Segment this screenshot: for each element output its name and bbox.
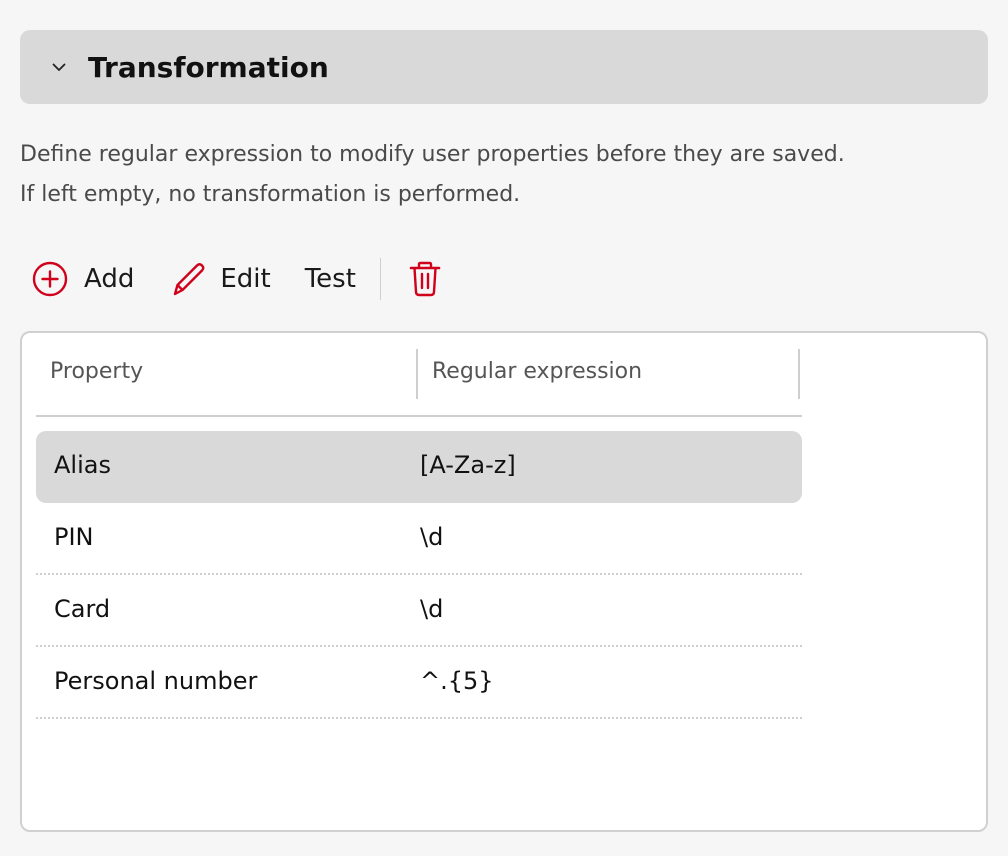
pencil-icon <box>166 257 210 301</box>
column-header-property[interactable]: Property <box>50 359 143 384</box>
plus-circle-icon <box>28 257 72 301</box>
cell-regex: ^.{5} <box>420 667 494 695</box>
description-line-2: If left empty, no transformation is perf… <box>20 182 521 207</box>
cell-property: PIN <box>54 523 94 551</box>
toolbar: Add Edit Test <box>28 254 443 304</box>
chevron-down-icon <box>52 63 66 71</box>
transformation-table-panel: Property Regular expression Alias [A-Za-… <box>20 331 988 832</box>
test-button-label: Test <box>304 264 356 294</box>
table-row[interactable]: Card \d <box>36 575 802 647</box>
table-row[interactable]: Personal number ^.{5} <box>36 647 802 719</box>
column-resize-handle[interactable] <box>798 349 800 399</box>
delete-button[interactable] <box>407 257 443 301</box>
toolbar-divider <box>379 258 381 300</box>
cell-regex: [A-Za-z] <box>420 451 516 479</box>
add-button-label: Add <box>84 264 135 294</box>
edit-button-label: Edit <box>220 264 271 294</box>
trash-icon <box>407 257 443 301</box>
add-button[interactable]: Add <box>28 257 134 301</box>
test-button[interactable]: Test <box>305 264 356 294</box>
section-header-transformation[interactable]: Transformation <box>20 30 988 104</box>
table-row[interactable]: PIN \d <box>36 503 802 575</box>
table-body: Alias [A-Za-z] PIN \d Card \d Personal n… <box>36 417 802 719</box>
cell-property: Alias <box>54 451 111 479</box>
cell-property: Card <box>54 595 111 623</box>
transformation-table: Property Regular expression Alias [A-Za-… <box>36 333 802 719</box>
table-header: Property Regular expression <box>36 333 802 417</box>
description-line-1: Define regular expression to modify user… <box>20 142 845 167</box>
cell-regex: \d <box>420 595 444 623</box>
cell-regex: \d <box>420 523 444 551</box>
column-header-regular-expression[interactable]: Regular expression <box>432 359 642 384</box>
column-resize-handle[interactable] <box>416 349 418 399</box>
section-description: Define regular expression to modify user… <box>20 135 988 215</box>
section-title: Transformation <box>88 50 329 84</box>
table-row[interactable]: Alias [A-Za-z] <box>36 431 802 503</box>
edit-button[interactable]: Edit <box>166 257 271 301</box>
cell-property: Personal number <box>54 667 258 695</box>
